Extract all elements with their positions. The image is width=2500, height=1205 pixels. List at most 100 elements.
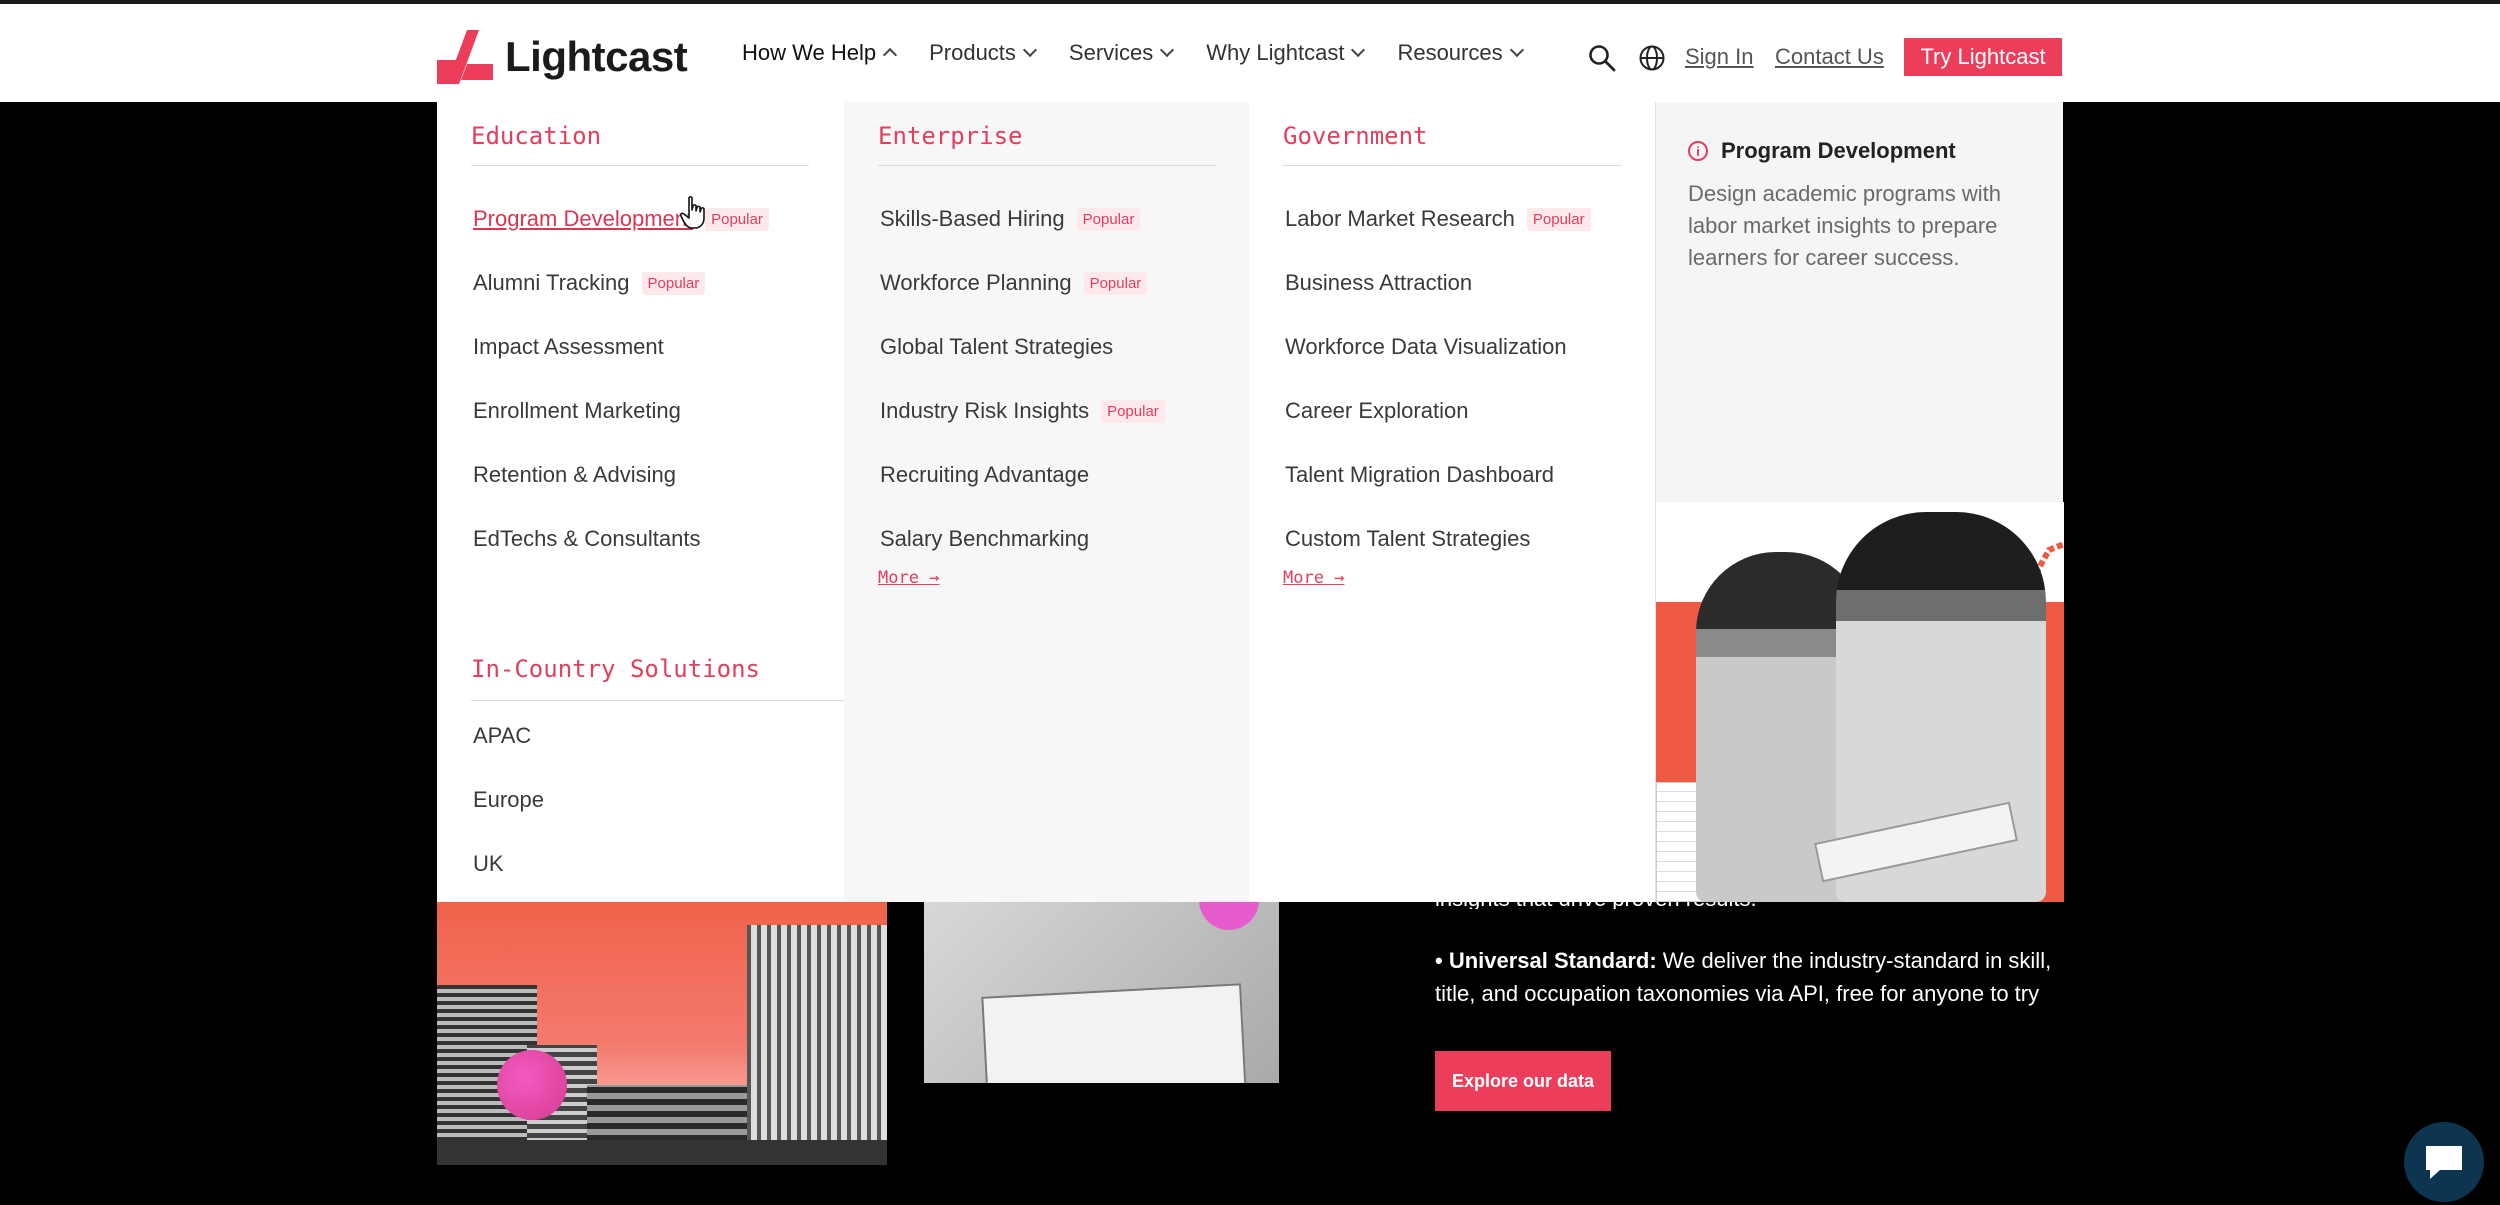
- menu-item-label: Industry Risk Insights: [880, 398, 1090, 423]
- chat-button[interactable]: [2404, 1122, 2484, 1202]
- chat-bubble-icon: [2426, 1146, 2462, 1179]
- city-illustration: [437, 900, 887, 1165]
- menu-item-label: Workforce Data Visualization: [1285, 334, 1567, 359]
- students-reading-image: [1656, 502, 2064, 902]
- logo-text: Lightcast: [505, 33, 688, 80]
- menu-item-career-exploration[interactable]: Career Exploration: [1285, 379, 1591, 443]
- menu-item-custom-talent-strategies[interactable]: Custom Talent Strategies: [1285, 507, 1591, 571]
- menu-item-label: Retention & Advising: [473, 462, 677, 487]
- decorative-circle: [497, 1050, 567, 1120]
- nav-why-lightcast[interactable]: Why Lightcast: [1206, 40, 1366, 66]
- menu-item-europe[interactable]: Europe: [473, 768, 544, 832]
- preview-header: i Program Development: [1688, 138, 1956, 164]
- chevron-down-icon: [1022, 42, 1037, 58]
- nav-products[interactable]: Products: [929, 40, 1037, 66]
- popular-badge: Popular: [1076, 207, 1141, 231]
- menu-item-label: Workforce Planning: [880, 270, 1072, 295]
- contact-us-link[interactable]: Contact Us: [1775, 44, 1884, 70]
- divider: [1283, 165, 1621, 166]
- popular-badge: Popular: [641, 271, 706, 295]
- divider: [878, 165, 1216, 166]
- menu-item-impact-assessment[interactable]: Impact Assessment: [473, 315, 769, 379]
- nav-services[interactable]: Services: [1068, 40, 1175, 66]
- chevron-down-icon: [1160, 42, 1175, 58]
- menu-item-label: Enrollment Marketing: [473, 398, 681, 423]
- menu-item-label: Program Development: [473, 206, 694, 231]
- nav-label: Why Lightcast: [1206, 40, 1345, 65]
- menu-item-label: Career Exploration: [1285, 398, 1469, 423]
- menu-item-talent-migration-dashboard[interactable]: Talent Migration Dashboard: [1285, 443, 1591, 507]
- chevron-down-icon: [1509, 42, 1524, 58]
- nav-label: How We Help: [742, 40, 877, 65]
- menu-item-global-talent-strategies[interactable]: Global Talent Strategies: [880, 315, 1165, 379]
- menu-item-labor-market-research[interactable]: Labor Market Research Popular: [1285, 187, 1591, 251]
- in-country-list: APAC Europe UK: [473, 704, 544, 896]
- menu-item-program-development[interactable]: Program Development Popular: [473, 187, 769, 251]
- menu-item-label: Recruiting Advantage: [880, 462, 1090, 487]
- menu-item-workforce-data-visualization[interactable]: Workforce Data Visualization: [1285, 315, 1591, 379]
- universal-standard-label: • Universal Standard:: [1435, 948, 1657, 973]
- menu-item-skills-based-hiring[interactable]: Skills-Based Hiring Popular: [880, 187, 1165, 251]
- government-column: Government Labor Market Research Popular…: [1249, 102, 1655, 902]
- preview-description: Design academic programs with labor mark…: [1688, 181, 2002, 270]
- hand-cursor-icon: [680, 196, 705, 229]
- popular-badge: Popular: [1526, 207, 1591, 231]
- search-icon[interactable]: [1588, 44, 1616, 72]
- menu-item-uk[interactable]: UK: [473, 832, 544, 896]
- education-heading: Education: [471, 122, 602, 150]
- menu-item-recruiting-advantage[interactable]: Recruiting Advantage: [880, 443, 1165, 507]
- enterprise-more-link[interactable]: More →: [878, 568, 939, 588]
- menu-item-industry-risk-insights[interactable]: Industry Risk Insights Popular: [880, 379, 1165, 443]
- menu-item-label: Europe: [473, 787, 544, 812]
- education-list: Program Development Popular Alumni Track…: [473, 187, 769, 571]
- preview-title: Program Development: [1721, 138, 1956, 163]
- government-more-link[interactable]: More →: [1283, 568, 1344, 588]
- logo-mark-icon: [437, 30, 493, 84]
- decorative-circle: [1199, 900, 1259, 930]
- enterprise-list: Skills-Based Hiring Popular Workforce Pl…: [880, 187, 1165, 571]
- popular-badge: Popular: [1083, 271, 1148, 295]
- menu-item-label: Skills-Based Hiring: [880, 206, 1065, 231]
- chevron-down-icon: [1351, 42, 1366, 58]
- globe-icon[interactable]: [1638, 44, 1666, 72]
- menu-item-edtechs-consultants[interactable]: EdTechs & Consultants: [473, 507, 769, 571]
- info-icon: i: [1688, 141, 1708, 161]
- in-country-heading: In-Country Solutions: [471, 655, 760, 683]
- menu-item-salary-benchmarking[interactable]: Salary Benchmarking: [880, 507, 1165, 571]
- universal-standard-text: • Universal Standard: We deliver the ind…: [1435, 944, 2075, 1010]
- nav-how-we-help[interactable]: How We Help: [742, 40, 898, 66]
- main-nav: How We Help Products Services Why Lightc…: [742, 40, 1556, 66]
- divider: [471, 165, 809, 166]
- signing-document-image: [924, 900, 1279, 1083]
- menu-item-label: UK: [473, 851, 504, 876]
- popular-badge: Popular: [1101, 399, 1165, 423]
- how-we-help-mega-menu: Education Program Development Popular Al…: [437, 102, 2064, 902]
- sign-in-link[interactable]: Sign In: [1685, 44, 1754, 70]
- menu-item-apac[interactable]: APAC: [473, 704, 544, 768]
- menu-item-enrollment-marketing[interactable]: Enrollment Marketing: [473, 379, 769, 443]
- try-lightcast-button[interactable]: Try Lightcast: [1904, 38, 2062, 76]
- explore-data-button[interactable]: Explore our data: [1435, 1051, 1611, 1111]
- nav-label: Services: [1068, 40, 1154, 65]
- site-header: Lightcast How We Help Products Services …: [0, 0, 2500, 102]
- preview-panel: i Program Development Design academic pr…: [1655, 102, 2064, 902]
- menu-item-alumni-tracking[interactable]: Alumni Tracking Popular: [473, 251, 769, 315]
- lightcast-logo[interactable]: Lightcast: [437, 30, 688, 84]
- chevron-up-icon: [883, 47, 898, 63]
- menu-item-business-attraction[interactable]: Business Attraction: [1285, 251, 1591, 315]
- government-heading: Government: [1283, 122, 1428, 150]
- menu-item-label: EdTechs & Consultants: [473, 526, 701, 551]
- menu-item-retention-advising[interactable]: Retention & Advising: [473, 443, 769, 507]
- menu-item-label: Business Attraction: [1285, 270, 1473, 295]
- education-column: Education Program Development Popular Al…: [437, 102, 1661, 902]
- ground-shape: [437, 1140, 887, 1165]
- nav-resources[interactable]: Resources: [1397, 40, 1524, 66]
- government-list: Labor Market Research Popular Business A…: [1285, 187, 1591, 571]
- menu-item-label: Talent Migration Dashboard: [1285, 462, 1555, 487]
- menu-item-workforce-planning[interactable]: Workforce Planning Popular: [880, 251, 1165, 315]
- menu-item-label: APAC: [473, 723, 532, 748]
- building-shape: [747, 925, 887, 1165]
- menu-item-label: Global Talent Strategies: [880, 334, 1114, 359]
- popular-badge: Popular: [705, 207, 769, 231]
- nav-label: Resources: [1397, 40, 1503, 65]
